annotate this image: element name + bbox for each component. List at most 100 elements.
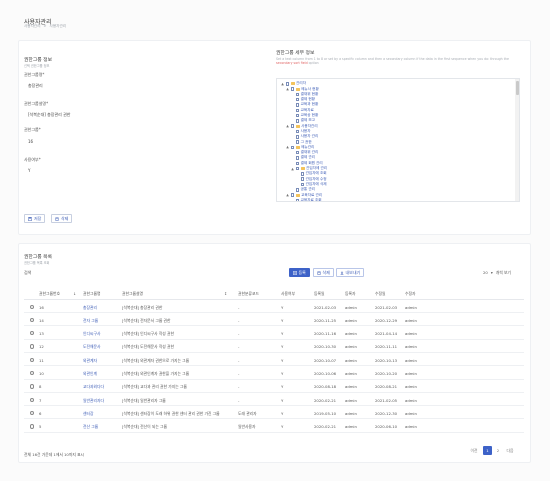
prev-page-button[interactable]: 이전 [468, 446, 480, 455]
tree-checkbox[interactable] [295, 140, 300, 144]
col-header-use[interactable]: 사용여부 [281, 291, 295, 297]
delete-rows-button[interactable]: 삭제 [313, 268, 334, 277]
expand-toggle-icon[interactable]: ▲ [286, 87, 289, 91]
save-button[interactable]: 저장 [24, 214, 46, 223]
table-cell[interactable]: 교다과외다다 [83, 384, 104, 390]
tree-checkbox[interactable] [300, 172, 305, 176]
col-header-code[interactable]: 권한분류코드 [238, 291, 259, 297]
page-2-button[interactable]: 2 [494, 446, 502, 455]
sort-icon[interactable]: ↓ [73, 291, 76, 296]
search-label[interactable]: 검색 [24, 270, 31, 276]
tree-checkbox[interactable] [295, 119, 300, 123]
expand-toggle-icon[interactable]: ▲ [286, 145, 289, 149]
tree-checkbox[interactable] [300, 182, 305, 187]
tree-checkbox[interactable] [295, 166, 300, 171]
tree-checkbox[interactable] [290, 193, 295, 197]
sort-icon[interactable]: ↕ [224, 291, 227, 296]
table-cell[interactable]: 센터장 [83, 411, 93, 417]
group-id-field[interactable]: 16 [28, 139, 33, 144]
expand-toggle-icon[interactable]: ▲ [281, 82, 284, 86]
page-1-button[interactable]: 1 [483, 446, 492, 455]
delete-button[interactable]: 삭제 [51, 214, 73, 223]
table-row[interactable]: 7 일반관리자다 [석복순대] 일반관리자 그룹 - Y 2020-02-21 admin 2… [24, 394, 524, 407]
tree-checkbox[interactable] [300, 177, 305, 181]
export-button[interactable]: 내보내기 [336, 268, 365, 277]
row-select-radio[interactable] [30, 384, 35, 389]
col-header-mod-date[interactable]: 수정일 [375, 291, 385, 297]
table-cell[interactable]: 외관계자 [83, 358, 97, 364]
row-select-radio[interactable] [30, 331, 35, 336]
table-cell: [석복순대] 교다과 관리 권한 가지는 그룹 [122, 384, 187, 390]
table-cell[interactable]: 총장관리 [83, 305, 97, 311]
table-cell[interactable]: 인디씨구사 [83, 331, 100, 337]
tree-checkbox[interactable] [290, 87, 295, 91]
table-row[interactable]: 5 전산 그룹 [석복순대] 전산이 되는 그룹 일반사용자 Y 2020-02-21 ad… [24, 421, 524, 433]
tree-checkbox[interactable] [295, 97, 300, 102]
col-header-mod-user[interactable]: 수정자 [405, 291, 415, 297]
tree-checkbox[interactable] [285, 82, 290, 86]
table-row[interactable]: 13 인디씨구사 [석복순대] 인디씨구사 작성 권한 - Y 2020-11-16 adm… [24, 328, 524, 340]
table-cell[interactable]: 전산 그룹 [83, 424, 98, 430]
row-select-radio[interactable] [30, 410, 35, 416]
folder-icon [295, 193, 300, 197]
row-select-radio[interactable] [30, 357, 35, 363]
tree-checkbox[interactable] [295, 161, 300, 166]
row-select-radio[interactable] [30, 424, 35, 429]
breadcrumb-item[interactable]: 사용자관리 [24, 24, 41, 29]
table-cell[interactable]: 도전해문사 [83, 344, 100, 350]
col-header-desc[interactable]: 권한그룹설명 [122, 291, 143, 297]
add-button[interactable]: 등록 [289, 268, 310, 277]
table-cell: 2021-02-05 [375, 397, 398, 403]
table-row[interactable]: 11 외관계자 [석복순대] 외관계자 권한으로 가지는 그룹 - Y 2020-10-0… [24, 354, 524, 367]
table-row[interactable]: 10 외관인계 [석복순대] 외관인계자 권한을 가지는 그룹 - Y 2020-10-0… [24, 368, 524, 380]
table-row[interactable]: 8 교다과외다다 [석복순대] 교다과 관리 권한 가지는 그룹 - Y 2020-08-… [24, 381, 524, 393]
field-label: 사용여부* [24, 157, 41, 162]
tree-checkbox[interactable] [290, 124, 295, 128]
table-cell[interactable]: 일반관리자다 [83, 398, 104, 404]
expand-toggle-icon[interactable]: ▲ [286, 193, 289, 197]
row-select-radio[interactable] [30, 317, 35, 323]
breadcrumb-item[interactable]: 사용자관리 [50, 24, 67, 29]
page-size-select[interactable]: 20 ▾ 개씩 보기 [483, 270, 511, 276]
group-name-field[interactable]: 총장관리 [28, 83, 43, 89]
tree-checkbox[interactable] [295, 156, 300, 160]
expand-toggle-icon[interactable]: ▲ [286, 124, 289, 128]
table-cell[interactable]: 전자 그룹 [83, 318, 98, 324]
group-desc-field[interactable]: [석복순대] 총장관리 권한 [28, 112, 70, 118]
next-page-button[interactable]: 다음 [504, 446, 516, 455]
tree-scrollbar[interactable] [515, 79, 519, 201]
tree-node[interactable]: 교육자료 조회 [291, 198, 322, 201]
row-select-radio[interactable] [30, 344, 35, 349]
table-row[interactable]: 16 총장관리 [석복순대] 총장관리 권한 - Y 2021-02-03 admin 202… [24, 301, 524, 313]
tree-checkbox[interactable] [295, 103, 300, 107]
tree-checkbox[interactable] [290, 145, 295, 150]
table-row[interactable]: 14 전자 그룹 [석복순대] 전자문서 그룹 권한 - Y 2020-11-25 admi… [24, 314, 524, 327]
col-header-id[interactable]: 권한그룹번호 [39, 291, 60, 297]
page: 사용자관리 사용자관리 > 사용자관리 권한그룹 정보 선택 권한그룹 정보 권… [0, 0, 550, 481]
row-select-radio[interactable] [30, 371, 35, 376]
tree-checkbox[interactable] [295, 188, 300, 192]
row-select-radio[interactable] [30, 304, 35, 309]
scrollbar-thumb[interactable] [515, 81, 519, 95]
row-select-radio[interactable] [30, 397, 35, 402]
col-header-reg-date[interactable]: 등록일 [314, 291, 324, 297]
table-summary: 전체 16건 가운데 1에서 10까지 표시 [24, 452, 85, 457]
tree-checkbox[interactable] [295, 92, 300, 97]
tree-checkbox[interactable] [295, 198, 300, 201]
tree-checkbox[interactable] [295, 150, 300, 155]
col-header-name[interactable]: 권한그룹명 [83, 291, 100, 297]
hint-link[interactable]: secondary sort field [276, 61, 308, 65]
table-cell: Y [281, 317, 284, 323]
expand-toggle-icon[interactable]: ▲ [291, 167, 294, 171]
table-row[interactable]: 12 도전해문사 [석복순대] 도전해문사 작성 권한 - Y 2020-10-30 adm… [24, 341, 524, 353]
permission-tree[interactable]: ▲ 관리자 ▲ 메뉴사 현황 결재위 현황 결제 현황 교육과 현황 교육자료 교육상 현황 결제… [276, 78, 520, 202]
chevron-down-icon: ▾ [490, 270, 493, 275]
table-cell[interactable]: 외관인계 [83, 371, 97, 377]
use-flag-field[interactable]: Y [28, 168, 30, 173]
col-header-reg-user[interactable]: 등록자 [345, 291, 355, 297]
table-row[interactable]: 6 센터장 [석복순대] 센터장이 도래 하위 권한 센터 관리 권한 가진 그룹 도… [24, 407, 524, 420]
tree-checkbox[interactable] [295, 129, 300, 134]
tree-checkbox[interactable] [295, 108, 300, 113]
tree-checkbox[interactable] [295, 113, 300, 118]
tree-checkbox[interactable] [295, 135, 300, 139]
